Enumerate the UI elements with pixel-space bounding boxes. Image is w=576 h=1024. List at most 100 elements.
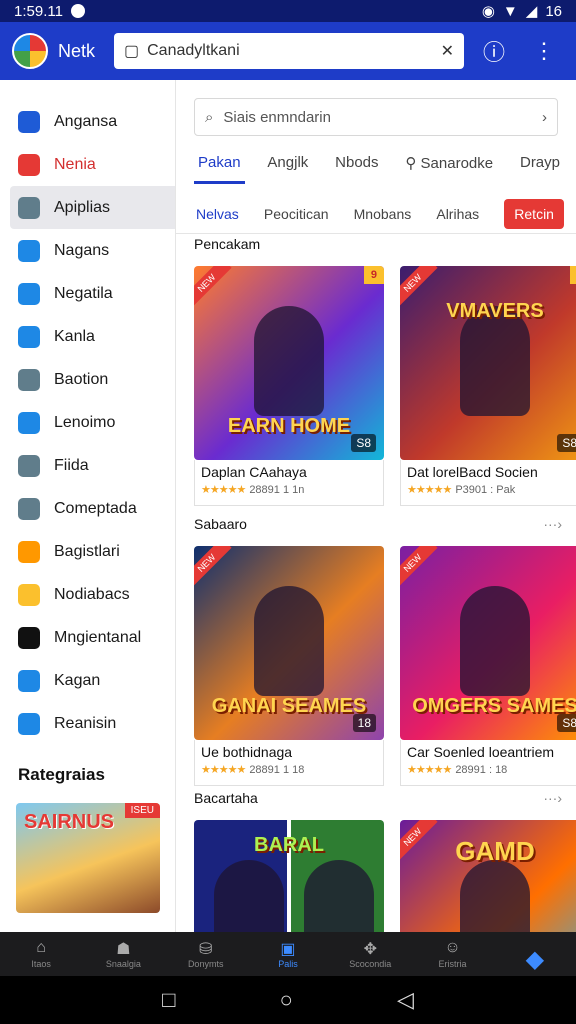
back-icon[interactable]: ◁ [397,987,414,1013]
chip-2[interactable]: Mnobans [354,206,412,222]
sidebar-item[interactable]: Kanla [0,315,175,358]
game-meta: ★★★★★ 28891 1 18 [201,763,377,777]
tab-1[interactable]: Angjlk [263,150,312,184]
chip-4[interactable]: Retcin [504,198,564,229]
sidebar-item[interactable]: Reanisin [0,702,175,745]
nav-eristria[interactable]: ☺ Eristria [417,939,489,969]
sidebar-item-label: Kagan [54,671,101,689]
sidebar-category-heading: Rategraias [18,765,105,784]
game-card[interactable]: NEW GAMD [400,820,576,932]
cube-icon: ◆ [525,946,545,973]
nav-home[interactable]: ⌂ Itaos [5,939,77,969]
character-art [214,860,284,932]
app-logo[interactable] [12,33,48,69]
age-badge: 18 [352,714,376,732]
sidebar-item-label: Baotion [54,370,109,388]
chat-icon [18,497,40,520]
card-info: Daplan CAahaya ★★★★★ 28891 1 1n [194,460,384,506]
sidebar-item[interactable]: Bagistlari [0,530,175,573]
sidebar-item[interactable]: Negatila [0,272,175,315]
bookmark-icon [18,282,40,305]
sidebar-item-label: Angansa [54,112,118,130]
character-art [254,306,324,416]
sidebar-item[interactable]: Kagan [0,659,175,702]
home-circle-icon[interactable]: ○ [280,987,293,1013]
nav-donymts[interactable]: ⛁ Donymts [170,939,242,969]
game-art: NEW OMGERS SAMES S8 [400,546,576,740]
game-thumb-icon [18,583,40,606]
nav-palis[interactable]: ▣ Palis [252,939,324,969]
rating-stars: ★★★★★ [201,484,246,496]
sidebar-item[interactable]: Apiplias [10,186,175,229]
nav-snaalgia[interactable]: ☗ Snaalgia [87,939,159,969]
bottom-nav: ⌂ Itaos ☗ Snaalgia ⛁ Donymts ▣ Palis ✥ Scocon… [0,932,576,976]
tab-3[interactable]: ⚲ Sanarodke [401,150,497,184]
nav-label: Donymts [187,959,224,969]
game-art-title: GAMD [455,836,535,866]
game-art-title: OMGERS SAMES [412,695,576,717]
tab-4[interactable]: Drayp [516,150,564,184]
location-icon: ◉ [481,3,495,20]
sidebar-item[interactable]: Nodiabacs [0,573,175,616]
thumb-title: SAIRNUS [24,811,115,833]
sidebar-item-label: Apiplias [54,198,111,216]
globe-icon [18,239,40,262]
sidebar-item[interactable]: Mngientanal [0,616,175,659]
game-meta: ★★★★★ P3901 : Pak [407,483,576,497]
info-icon[interactable]: ⓘ [474,31,514,71]
game-card[interactable]: NEW OMGERS SAMES S8 Car Soenled loeantri… [400,546,576,786]
top-search-field[interactable]: ▢ Canadyltkani ✕ [114,33,464,69]
filter-chips: Nelvas Peocitican Mnobans Alrihas Retcin [176,194,576,234]
character-art [460,586,530,696]
sidebar-item[interactable]: Nenia [0,143,175,186]
new-ribbon: NEW [194,266,232,309]
nav-label: Palis [278,959,298,969]
tag-icon [18,454,40,477]
search-icon: ⌕ [205,108,214,126]
tab-2[interactable]: Nbods [331,150,382,184]
game-name: Daplan CAahaya [201,464,307,480]
nav-scocondia[interactable]: ✥ Scocondia [334,939,406,969]
game-card[interactable]: BARAL [194,820,384,932]
sidebar-item[interactable]: Comeptada [0,487,175,530]
sidebar-item-label: Kanla [54,327,95,345]
tab-3-label: Sanarodke [420,155,494,172]
recents-icon[interactable]: □ [162,987,175,1013]
nav-label: Eristria [438,959,467,969]
game-card[interactable]: NEW GANAI SEAMES 18 Ue bothidnaga ★★★★★ 2… [194,546,384,786]
sidebar-item-label: Nenia [54,155,96,173]
game-card[interactable]: NEW 9 EARN HOME S8 Daplan CAahaya ★★★★★ 2… [194,266,384,506]
nav-label: Itaos [31,959,51,969]
tab-0[interactable]: Pakan [194,150,245,184]
gamepad-icon [18,153,40,176]
game-art-title: BARAL [254,834,324,856]
sidebar-item[interactable]: Nagans [0,229,175,272]
game-card[interactable]: NEW 2 VMAVERS S8 Dat lorelBacd Socien ★★… [400,266,576,506]
chip-1[interactable]: Peocitican [264,206,329,222]
sidebar-item[interactable]: Angansa [0,100,175,143]
ng-icon [18,626,40,649]
section-more-link[interactable]: ···› [543,516,562,532]
sidebar-item-label: Fiida [54,456,89,474]
section-more-link[interactable]: ···› [543,790,562,806]
game-art-title: VMAVERS [446,300,544,322]
thumb-badge: ISEU [124,803,160,818]
sidebar-item[interactable]: Lenoimo [0,401,175,444]
corner-badge: 9 [363,266,384,284]
new-ribbon: NEW [400,546,438,589]
sidebar-item-label: Comeptada [54,499,137,517]
game-meta-text: 28991 : 18 [455,763,508,776]
sidebar-item[interactable]: Fiida [0,444,175,487]
sidebar-item-label: Negatila [54,284,113,302]
clear-icon[interactable]: ✕ [441,41,454,61]
age-badge: S8 [557,434,576,452]
sidebar-item[interactable]: Baotion [0,358,175,401]
nav-cube[interactable]: ◆ [499,945,571,973]
chip-3[interactable]: Alrihas [436,206,479,222]
more-vert-icon[interactable]: ⋮ [524,31,564,71]
main-search-input[interactable]: ⌕ Siais enmndarin › [194,98,558,136]
home-icon [18,110,40,133]
chip-0[interactable]: Nelvas [196,206,239,222]
game-art: NEW GANAI SEAMES 18 [194,546,384,740]
sidebar-category-thumbnail[interactable]: SAIRNUS ISEU [16,803,160,913]
